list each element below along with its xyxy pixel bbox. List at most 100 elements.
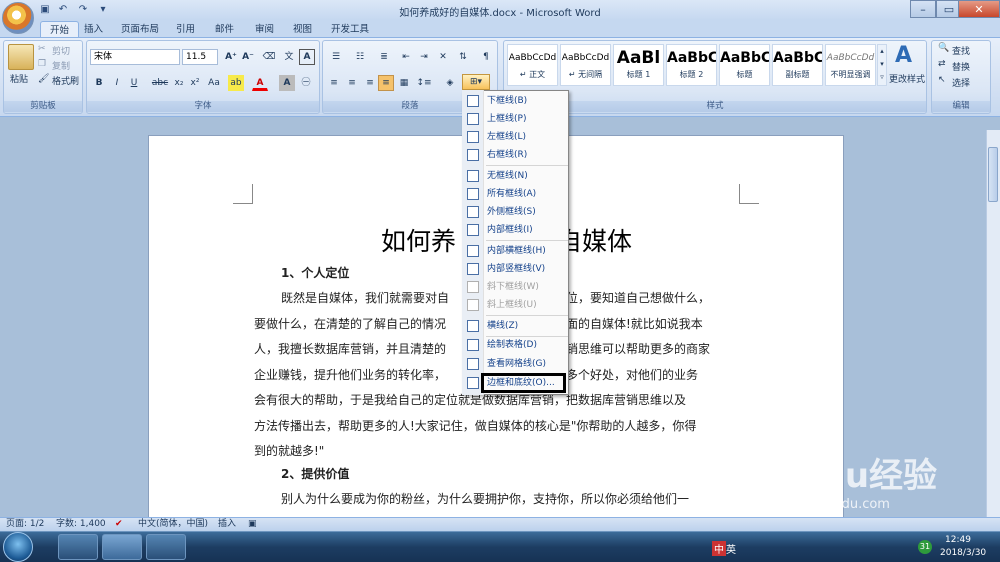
strikethrough-icon[interactable]: abc xyxy=(150,75,170,91)
highlight-icon[interactable]: ab xyxy=(228,75,244,91)
close-button[interactable]: ✕ xyxy=(958,0,1000,18)
align-center-icon[interactable]: ≡ xyxy=(344,75,360,91)
menu-right-border[interactable]: 右框线(R) xyxy=(463,146,568,164)
tray-time[interactable]: 12:49 xyxy=(945,535,971,545)
char-border-icon[interactable]: A xyxy=(299,49,315,65)
change-styles-button[interactable]: 更改样式 xyxy=(889,72,925,85)
tab-page-layout[interactable]: 页面布局 xyxy=(112,21,168,38)
style-heading-1[interactable]: AaBl 标题 1 xyxy=(613,44,664,86)
tab-review[interactable]: 审阅 xyxy=(246,21,283,38)
align-left-icon[interactable]: ≡ xyxy=(326,75,342,91)
menu-top-border[interactable]: 上框线(P) xyxy=(463,110,568,128)
menu-all-borders[interactable]: 所有框线(A) xyxy=(463,185,568,203)
menu-view-gridlines[interactable]: 查看网格线(G) xyxy=(463,355,568,373)
style-subtle-emphasis[interactable]: AaBbCcDd 不明显强调 xyxy=(825,44,876,86)
style-no-spacing[interactable]: AaBbCcDd ↵ 无间隔 xyxy=(560,44,611,86)
phonetic-guide-icon[interactable]: 文 xyxy=(280,49,298,65)
taskbar-paint-icon[interactable] xyxy=(146,534,186,560)
subscript-icon[interactable]: x₂ xyxy=(172,75,186,91)
replace-button[interactable]: 替换 xyxy=(952,60,970,73)
menu-no-border[interactable]: 无框线(N) xyxy=(463,167,568,185)
borders-button[interactable]: ⊞▾ xyxy=(462,74,490,90)
tray-badge[interactable]: 31 xyxy=(918,540,932,554)
menu-horizontal-line[interactable]: 横线(Z) xyxy=(463,317,568,335)
tab-home[interactable]: 开始 xyxy=(40,21,80,38)
change-styles-icon[interactable]: A xyxy=(895,43,912,68)
paste-button[interactable]: 粘贴 xyxy=(10,72,28,85)
save-icon[interactable]: ▣ xyxy=(38,3,52,16)
show-marks-icon[interactable]: ¶ xyxy=(478,49,494,65)
menu-bottom-border[interactable]: 下框线(B) xyxy=(463,92,568,110)
menu-outside-borders[interactable]: 外侧框线(S) xyxy=(463,203,568,221)
taskbar-word-icon[interactable] xyxy=(102,534,142,560)
style-normal[interactable]: AaBbCcDd ↵ 正文 xyxy=(507,44,558,86)
redo-icon[interactable]: ↷ xyxy=(76,3,90,16)
align-right-icon[interactable]: ≡ xyxy=(362,75,378,91)
superscript-icon[interactable]: x² xyxy=(188,75,202,91)
menu-inside-vertical[interactable]: 内部竖框线(V) xyxy=(463,260,568,278)
bold-icon[interactable]: B xyxy=(92,75,106,91)
status-page[interactable]: 页面: 1/2 xyxy=(6,518,44,531)
status-language[interactable]: 中文(简体，中国) xyxy=(138,518,208,531)
chinese-layout-icon[interactable]: ✕ xyxy=(434,49,452,65)
distributed-icon[interactable]: ▦ xyxy=(396,75,412,91)
style-title[interactable]: AaBbC 标题 xyxy=(719,44,770,86)
select-button[interactable]: 选择 xyxy=(952,76,970,89)
format-painter-button[interactable]: 格式刷 xyxy=(52,74,79,87)
quick-access-dropdown-icon[interactable]: ▾ xyxy=(96,3,110,16)
justify-icon[interactable]: ≡ xyxy=(378,75,394,91)
right-border-icon xyxy=(467,149,479,161)
style-heading-2[interactable]: AaBbC 标题 2 xyxy=(666,44,717,86)
underline-icon[interactable]: U xyxy=(127,75,141,91)
copy-button[interactable]: 复制 xyxy=(52,59,70,72)
minimize-button[interactable]: – xyxy=(910,0,936,18)
tray-language[interactable]: 英 xyxy=(726,541,736,556)
shading-icon[interactable]: ◈ xyxy=(440,75,460,91)
tab-mailings[interactable]: 邮件 xyxy=(206,21,243,38)
cut-button[interactable]: 剪切 xyxy=(52,44,70,57)
tab-insert[interactable]: 插入 xyxy=(75,21,112,38)
menu-diagonal-up[interactable]: 斜上框线(U) xyxy=(463,296,568,314)
clear-format-icon[interactable]: ⌫ xyxy=(260,49,278,65)
taskbar-ie-icon[interactable] xyxy=(58,534,98,560)
bullets-icon[interactable]: ☰ xyxy=(326,49,346,65)
status-insert[interactable]: 插入 xyxy=(218,518,236,531)
decrease-indent-icon[interactable]: ⇤ xyxy=(398,49,414,65)
undo-icon[interactable]: ↶ xyxy=(56,3,70,16)
doc-line-1a: 既然是自媒体，我们就需要对自 xyxy=(281,291,450,305)
grow-font-icon[interactable]: A⁺ xyxy=(223,49,239,65)
styles-scroll[interactable]: ▴ ▾ ▿ xyxy=(877,44,887,86)
proofing-icon[interactable]: ✔ xyxy=(115,518,123,531)
font-name-select[interactable]: 宋体 xyxy=(90,49,180,65)
menu-left-border[interactable]: 左框线(L) xyxy=(463,128,568,146)
tray-ime-icon[interactable]: 中 xyxy=(712,541,726,556)
tab-view[interactable]: 视图 xyxy=(284,21,321,38)
font-size-select[interactable]: 11.5 xyxy=(182,49,218,65)
menu-inside-horizontal[interactable]: 内部横框线(H) xyxy=(463,242,568,260)
status-words[interactable]: 字数: 1,400 xyxy=(56,518,106,531)
italic-icon[interactable]: I xyxy=(110,75,124,91)
enclose-char-icon[interactable]: ㊀ xyxy=(298,75,314,91)
increase-indent-icon[interactable]: ⇥ xyxy=(416,49,432,65)
shrink-font-icon[interactable]: A⁻ xyxy=(240,49,256,65)
menu-diagonal-down[interactable]: 斜下框线(W) xyxy=(463,278,568,296)
macro-icon[interactable]: ▣ xyxy=(248,518,257,531)
change-case-icon[interactable]: Aa xyxy=(206,75,222,91)
font-color-icon[interactable]: A xyxy=(252,75,268,91)
char-shading-icon[interactable]: A xyxy=(279,75,295,91)
line-spacing-icon[interactable]: ↕≡ xyxy=(414,75,434,91)
tab-developer[interactable]: 开发工具 xyxy=(322,21,378,38)
tab-references[interactable]: 引用 xyxy=(167,21,204,38)
start-button[interactable] xyxy=(3,532,33,562)
tray-date[interactable]: 2018/3/30 xyxy=(940,548,986,558)
scrollbar-thumb[interactable] xyxy=(988,147,998,202)
office-button[interactable] xyxy=(2,2,34,34)
find-button[interactable]: 查找 xyxy=(952,44,970,57)
menu-inside-borders[interactable]: 内部框线(I) xyxy=(463,221,568,239)
menu-draw-table[interactable]: 绘制表格(D) xyxy=(463,336,568,354)
sort-icon[interactable]: ⇅ xyxy=(455,49,471,65)
paste-icon[interactable] xyxy=(8,44,34,70)
style-subtitle[interactable]: AaBbC 副标题 xyxy=(772,44,823,86)
numbering-icon[interactable]: ☷ xyxy=(350,49,370,65)
multilevel-list-icon[interactable]: ≣ xyxy=(374,49,394,65)
